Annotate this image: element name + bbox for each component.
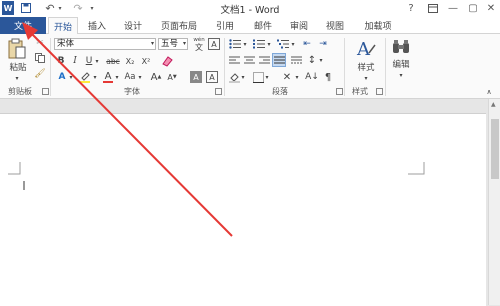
annotation-arrow — [22, 22, 233, 237]
